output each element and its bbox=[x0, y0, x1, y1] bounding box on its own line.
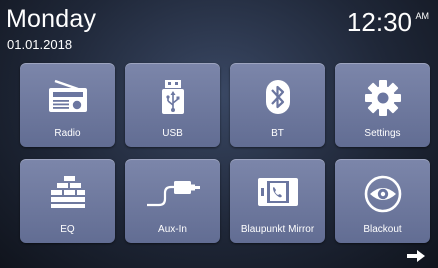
day-name: Monday bbox=[6, 5, 97, 33]
tile-label: Settings bbox=[364, 128, 401, 139]
eq-tile[interactable]: EQ bbox=[20, 159, 115, 243]
radio-tile[interactable]: Radio bbox=[20, 63, 115, 147]
blackout-tile[interactable]: Blackout bbox=[335, 159, 430, 243]
tile-label: Blackout bbox=[363, 224, 402, 235]
home-screen: Monday 01.01.2018 12:30 AM Radio USB BT … bbox=[0, 0, 438, 268]
usb-tile[interactable]: USB bbox=[125, 63, 220, 147]
aux-in-tile[interactable]: Aux-In bbox=[125, 159, 220, 243]
aux-cable-icon bbox=[146, 181, 200, 207]
clock-ampm: AM bbox=[415, 11, 430, 21]
tile-label: Aux-In bbox=[158, 224, 187, 235]
settings-tile[interactable]: Settings bbox=[335, 63, 430, 147]
right-arrow-icon[interactable] bbox=[406, 249, 426, 263]
bluetooth-icon bbox=[265, 80, 290, 114]
tile-label: BT bbox=[271, 128, 284, 139]
eye-icon bbox=[364, 175, 401, 213]
date-display: 01.01.2018 bbox=[7, 37, 73, 52]
equalizer-icon bbox=[50, 176, 85, 208]
tile-label: Radio bbox=[54, 128, 81, 139]
usb-icon bbox=[161, 80, 184, 114]
phone-mirror-icon bbox=[257, 178, 298, 206]
clock-time: 12:30 bbox=[346, 7, 412, 37]
blaupunkt-mirror-tile[interactable]: Blaupunkt Mirror bbox=[230, 159, 325, 243]
tile-label: USB bbox=[162, 128, 183, 139]
tile-label: Blaupunkt Mirror bbox=[240, 224, 315, 235]
bt-tile[interactable]: BT bbox=[230, 63, 325, 147]
gear-icon bbox=[364, 80, 401, 116]
tile-label: EQ bbox=[60, 224, 75, 235]
radio-icon bbox=[48, 79, 87, 112]
